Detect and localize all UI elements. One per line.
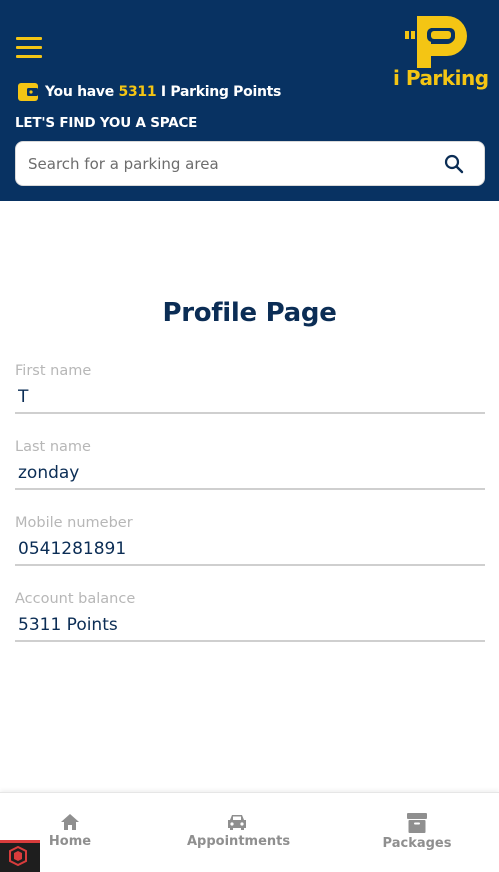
framework-logo-icon — [9, 845, 27, 867]
wallet-icon — [18, 83, 38, 101]
search-bar — [15, 141, 485, 186]
parking-p-icon — [405, 16, 467, 68]
search-input[interactable] — [28, 142, 428, 185]
car-icon — [228, 815, 246, 830]
logo-wordmark: i Parking — [393, 66, 489, 90]
mobile-number-label: Mobile numeber — [15, 515, 133, 531]
last-name-label: Last name — [15, 439, 91, 455]
nav-item-home[interactable]: Home — [45, 813, 95, 849]
debug-badge[interactable] — [0, 840, 40, 872]
hamburger-menu-icon[interactable] — [16, 37, 42, 61]
points-value: 5311 — [118, 84, 157, 100]
nav-label-home: Home — [48, 834, 92, 849]
first-name-label: First name — [15, 363, 92, 379]
account-balance-label: Account balance — [15, 591, 136, 607]
app-header: i Parking You have 5311 I Parking Points… — [0, 0, 499, 201]
mobile-number-input[interactable] — [15, 534, 485, 566]
nav-label-packages: Packages — [382, 836, 452, 851]
app-logo[interactable]: i Parking — [393, 14, 489, 94]
nav-item-appointments[interactable]: Appointments — [187, 813, 291, 849]
search-icon[interactable] — [444, 154, 464, 174]
points-text: You have 5311 I Parking Points — [45, 84, 282, 100]
points-summary: You have 5311 I Parking Points — [18, 82, 281, 102]
mobile-number-field: Mobile numeber — [15, 512, 485, 566]
find-space-heading: LET'S FIND YOU A SPACE — [15, 115, 198, 131]
first-name-input[interactable] — [15, 382, 485, 414]
home-icon — [61, 814, 79, 830]
archive-box-icon — [407, 813, 427, 833]
account-balance-input[interactable] — [15, 610, 485, 642]
first-name-field: First name — [15, 360, 485, 414]
last-name-input[interactable] — [15, 458, 485, 490]
bottom-navigation: Home Appointments Packages — [0, 792, 499, 872]
nav-label-appointments: Appointments — [187, 834, 291, 849]
nav-item-packages[interactable]: Packages — [379, 813, 455, 851]
page-title: Profile Page — [162, 298, 337, 328]
account-balance-field: Account balance — [15, 588, 485, 642]
last-name-field: Last name — [15, 436, 485, 490]
